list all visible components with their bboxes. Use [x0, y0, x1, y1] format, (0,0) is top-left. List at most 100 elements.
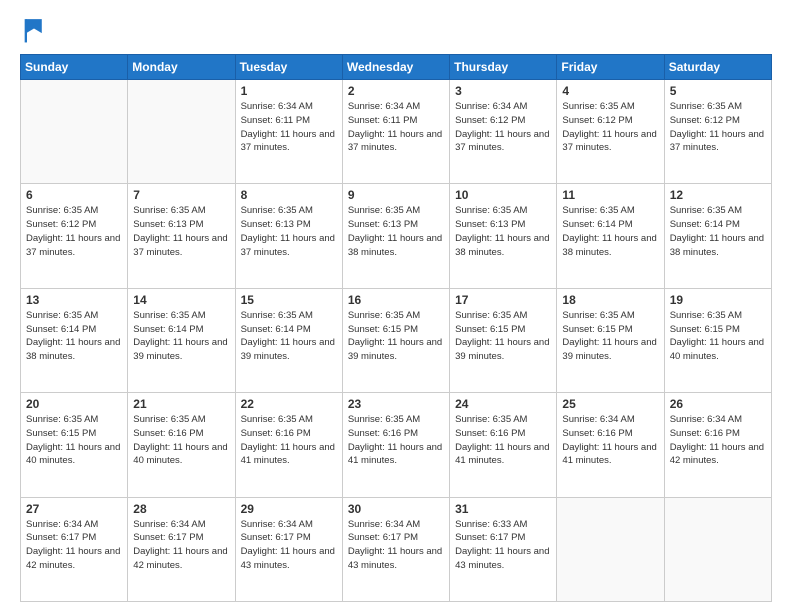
day-info: Sunrise: 6:35 AMSunset: 6:16 PMDaylight:… [133, 413, 229, 468]
day-info: Sunrise: 6:35 AMSunset: 6:14 PMDaylight:… [241, 309, 337, 364]
week-row-3: 13 Sunrise: 6:35 AMSunset: 6:14 PMDayligh… [21, 288, 772, 392]
day-info: Sunrise: 6:34 AMSunset: 6:17 PMDaylight:… [133, 518, 229, 573]
calendar-cell [557, 497, 664, 601]
day-info: Sunrise: 6:35 AMSunset: 6:16 PMDaylight:… [455, 413, 551, 468]
weekday-header-wednesday: Wednesday [342, 55, 449, 80]
day-number: 5 [670, 84, 766, 98]
calendar-cell: 19Sunrise: 6:35 AMSunset: 6:15 PMDayligh… [664, 288, 771, 392]
calendar-cell: 23 Sunrise: 6:35 AMSunset: 6:16 PMDayligh… [342, 393, 449, 497]
day-number: 20 [26, 397, 122, 411]
day-number: 24 [455, 397, 551, 411]
calendar-cell: 2Sunrise: 6:34 AMSunset: 6:11 PMDaylight… [342, 80, 449, 184]
day-number: 26 [670, 397, 766, 411]
calendar-cell: 29 Sunrise: 6:34 AMSunset: 6:17 PMDayligh… [235, 497, 342, 601]
page: SundayMondayTuesdayWednesdayThursdayFrid… [0, 0, 792, 612]
calendar-cell: 7 Sunrise: 6:35 AMSunset: 6:13 PMDaylight… [128, 184, 235, 288]
day-number: 27 [26, 502, 122, 516]
day-number: 12 [670, 188, 766, 202]
day-number: 29 [241, 502, 337, 516]
calendar-cell: 31 Sunrise: 6:33 AMSunset: 6:17 PMDayligh… [450, 497, 557, 601]
calendar-cell: 10 Sunrise: 6:35 AMSunset: 6:13 PMDayligh… [450, 184, 557, 288]
day-number: 11 [562, 188, 658, 202]
day-number: 3 [455, 84, 551, 98]
day-number: 7 [133, 188, 229, 202]
calendar-cell: 4 Sunrise: 6:35 AMSunset: 6:12 PMDaylight… [557, 80, 664, 184]
day-info: Sunrise: 6:35 AMSunset: 6:14 PMDaylight:… [562, 204, 658, 259]
day-info: Sunrise: 6:35 AMSunset: 6:15 PMDaylight:… [562, 309, 658, 364]
calendar-cell: 5 Sunrise: 6:35 AMSunset: 6:12 PMDaylight… [664, 80, 771, 184]
day-number: 31 [455, 502, 551, 516]
day-info: Sunrise: 6:35 AMSunset: 6:16 PMDaylight:… [348, 413, 444, 468]
day-number: 30 [348, 502, 444, 516]
day-info: Sunrise: 6:35 AMSunset: 6:13 PMDaylight:… [133, 204, 229, 259]
weekday-header-saturday: Saturday [664, 55, 771, 80]
day-info: Sunrise: 6:35 AMSunset: 6:13 PMDaylight:… [241, 204, 337, 259]
day-info: Sunrise: 6:34 AMSunset: 6:17 PMDaylight:… [241, 518, 337, 573]
day-number: 13 [26, 293, 122, 307]
weekday-header-tuesday: Tuesday [235, 55, 342, 80]
day-number: 14 [133, 293, 229, 307]
day-number: 28 [133, 502, 229, 516]
calendar-cell: 6 Sunrise: 6:35 AMSunset: 6:12 PMDaylight… [21, 184, 128, 288]
calendar-table: SundayMondayTuesdayWednesdayThursdayFrid… [20, 54, 772, 602]
day-info: Sunrise: 6:34 AMSunset: 6:16 PMDaylight:… [562, 413, 658, 468]
calendar-cell [128, 80, 235, 184]
day-info: Sunrise: 6:35 AMSunset: 6:12 PMDaylight:… [562, 100, 658, 155]
day-info: Sunrise: 6:35 AMSunset: 6:13 PMDaylight:… [348, 204, 444, 259]
day-info: Sunrise: 6:35 AMSunset: 6:14 PMDaylight:… [26, 309, 122, 364]
day-number: 4 [562, 84, 658, 98]
weekday-header-row: SundayMondayTuesdayWednesdayThursdayFrid… [21, 55, 772, 80]
logo [20, 16, 52, 44]
week-row-2: 6 Sunrise: 6:35 AMSunset: 6:12 PMDaylight… [21, 184, 772, 288]
calendar-cell [664, 497, 771, 601]
day-number: 2 [348, 84, 444, 98]
calendar-cell: 13 Sunrise: 6:35 AMSunset: 6:14 PMDayligh… [21, 288, 128, 392]
calendar-cell: 14 Sunrise: 6:35 AMSunset: 6:14 PMDayligh… [128, 288, 235, 392]
weekday-header-friday: Friday [557, 55, 664, 80]
calendar-cell: 15 Sunrise: 6:35 AMSunset: 6:14 PMDayligh… [235, 288, 342, 392]
calendar-cell: 1Sunrise: 6:34 AMSunset: 6:11 PMDaylight… [235, 80, 342, 184]
day-info: Sunrise: 6:34 AMSunset: 6:12 PMDaylight:… [455, 100, 551, 155]
day-info: Sunrise: 6:35 AMSunset: 6:12 PMDaylight:… [26, 204, 122, 259]
day-number: 15 [241, 293, 337, 307]
day-info: Sunrise: 6:35 AMSunset: 6:15 PMDaylight:… [26, 413, 122, 468]
day-number: 16 [348, 293, 444, 307]
day-number: 6 [26, 188, 122, 202]
header [20, 16, 772, 44]
day-number: 9 [348, 188, 444, 202]
day-number: 1 [241, 84, 337, 98]
calendar-cell: 11 Sunrise: 6:35 AMSunset: 6:14 PMDayligh… [557, 184, 664, 288]
day-info: Sunrise: 6:34 AMSunset: 6:17 PMDaylight:… [348, 518, 444, 573]
calendar-cell: 26 Sunrise: 6:34 AMSunset: 6:16 PMDayligh… [664, 393, 771, 497]
calendar-cell: 20 Sunrise: 6:35 AMSunset: 6:15 PMDayligh… [21, 393, 128, 497]
calendar-cell: 12 Sunrise: 6:35 AMSunset: 6:14 PMDayligh… [664, 184, 771, 288]
day-info: Sunrise: 6:35 AMSunset: 6:15 PMDaylight:… [455, 309, 551, 364]
calendar-cell: 16Sunrise: 6:35 AMSunset: 6:15 PMDayligh… [342, 288, 449, 392]
day-info: Sunrise: 6:35 AMSunset: 6:14 PMDaylight:… [670, 204, 766, 259]
day-info: Sunrise: 6:33 AMSunset: 6:17 PMDaylight:… [455, 518, 551, 573]
calendar-cell: 9 Sunrise: 6:35 AMSunset: 6:13 PMDaylight… [342, 184, 449, 288]
day-info: Sunrise: 6:34 AMSunset: 6:16 PMDaylight:… [670, 413, 766, 468]
calendar-cell: 3 Sunrise: 6:34 AMSunset: 6:12 PMDaylight… [450, 80, 557, 184]
day-info: Sunrise: 6:35 AMSunset: 6:16 PMDaylight:… [241, 413, 337, 468]
day-number: 22 [241, 397, 337, 411]
day-number: 10 [455, 188, 551, 202]
day-info: Sunrise: 6:35 AMSunset: 6:12 PMDaylight:… [670, 100, 766, 155]
calendar-cell: 25Sunrise: 6:34 AMSunset: 6:16 PMDayligh… [557, 393, 664, 497]
day-number: 21 [133, 397, 229, 411]
calendar-cell: 8 Sunrise: 6:35 AMSunset: 6:13 PMDaylight… [235, 184, 342, 288]
day-number: 8 [241, 188, 337, 202]
weekday-header-sunday: Sunday [21, 55, 128, 80]
calendar-cell: 17Sunrise: 6:35 AMSunset: 6:15 PMDayligh… [450, 288, 557, 392]
day-number: 23 [348, 397, 444, 411]
day-info: Sunrise: 6:35 AMSunset: 6:14 PMDaylight:… [133, 309, 229, 364]
calendar-cell: 24 Sunrise: 6:35 AMSunset: 6:16 PMDayligh… [450, 393, 557, 497]
week-row-4: 20 Sunrise: 6:35 AMSunset: 6:15 PMDayligh… [21, 393, 772, 497]
day-number: 18 [562, 293, 658, 307]
day-info: Sunrise: 6:35 AMSunset: 6:13 PMDaylight:… [455, 204, 551, 259]
calendar-cell: 18 Sunrise: 6:35 AMSunset: 6:15 PMDayligh… [557, 288, 664, 392]
calendar-cell: 22 Sunrise: 6:35 AMSunset: 6:16 PMDayligh… [235, 393, 342, 497]
day-info: Sunrise: 6:35 AMSunset: 6:15 PMDaylight:… [670, 309, 766, 364]
weekday-header-thursday: Thursday [450, 55, 557, 80]
calendar-cell [21, 80, 128, 184]
